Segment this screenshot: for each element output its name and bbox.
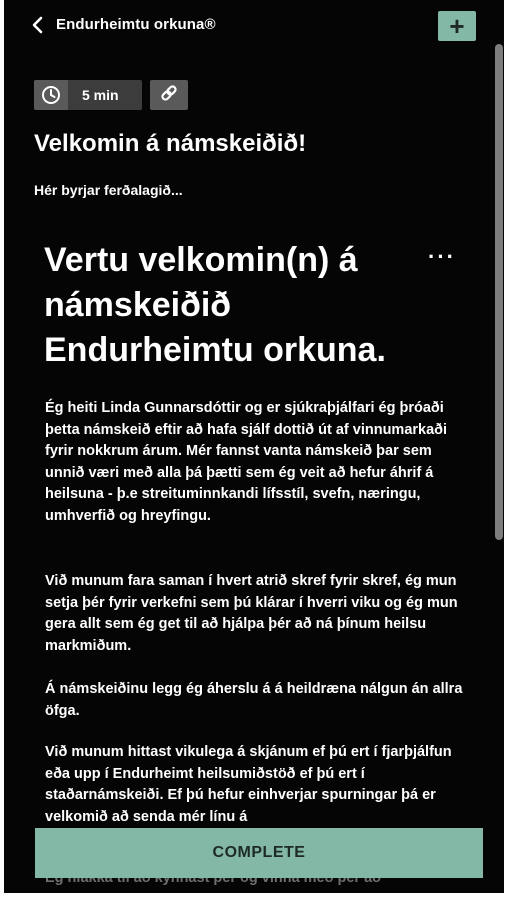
- duration-chip: 5 min: [34, 80, 142, 110]
- content-paragraph: Við munum hittast vikulega á skjánum ef …: [45, 744, 452, 825]
- duration-label: 5 min: [82, 87, 119, 103]
- lesson-heading: Velkomin á námskeiðið!: [34, 130, 307, 157]
- chevron-left-icon[interactable]: [30, 14, 48, 36]
- link-icon: [159, 83, 179, 108]
- lesson-screen: Endurheimtu orkuna® + 5 min Velkomin á n…: [4, 0, 504, 893]
- complete-button[interactable]: COMPLETE: [35, 828, 483, 878]
- content-title: Vertu velkomin(n) á námskeiðið Endurheim…: [44, 241, 386, 369]
- scrollbar-thumb[interactable]: [495, 44, 503, 540]
- add-button[interactable]: +: [438, 11, 476, 41]
- plus-icon: +: [449, 11, 465, 41]
- top-bar: Endurheimtu orkuna® +: [4, 0, 504, 48]
- clock-icon: [34, 80, 68, 110]
- content-paragraph: Við munum fara saman í hvert atrið skref…: [45, 573, 458, 654]
- copy-link-button[interactable]: [150, 80, 188, 110]
- course-title: Endurheimtu orkuna®: [56, 16, 216, 33]
- lesson-subheading: Hér byrjar ferðalagið...: [34, 182, 183, 198]
- content-paragraph: Ég heiti Linda Gunnarsdóttir og er sjúkr…: [45, 400, 448, 524]
- content-paragraph: Á námskeiðinu legg ég áherslu á á heildr…: [45, 681, 463, 719]
- more-options-icon[interactable]: ···: [428, 244, 456, 270]
